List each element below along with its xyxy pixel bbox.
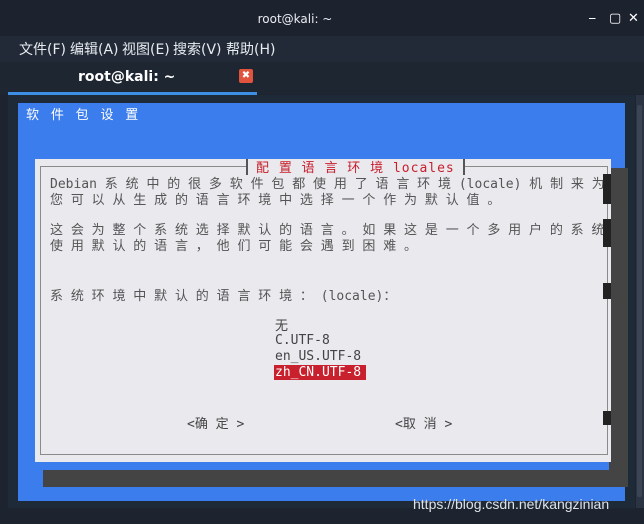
dialog-text-line-4: 使 用 默 认 的 语 言 ， 他 们 可 能 会 遇 到 困 难 。 — [50, 239, 418, 254]
scroll-mark — [603, 219, 611, 247]
scroll-mark — [603, 174, 611, 204]
scrollbar-thumb[interactable] — [637, 105, 642, 497]
menu-help[interactable]: 帮助(H) — [226, 39, 275, 59]
dialog-border — [40, 166, 608, 455]
locale-dialog: 配 置 语 言 环 境 locales Debian 系 统 中 的 很 多 软… — [35, 159, 611, 462]
scroll-mark — [603, 411, 611, 425]
menu-search[interactable]: 搜索(V) — [173, 39, 222, 59]
dialog-shadow-bottom — [43, 470, 628, 487]
menu-edit[interactable]: 编辑(A) — [70, 39, 119, 59]
tab-terminal[interactable]: root@kali: ~ ✖ — [8, 62, 257, 95]
dialog-text-line-2: 您 可 以 从 生 成 的 语 言 环 境 中 选 择 一 个 作 为 默 认 … — [50, 193, 501, 208]
scroll-mark — [603, 283, 611, 299]
option-none[interactable]: 无 — [275, 315, 288, 334]
menubar: 文件(F) 编辑(A) 视图(E) 搜索(V) 帮助(H) — [0, 36, 644, 62]
dialog-backdrop: 软 件 包 设 置 配 置 语 言 环 境 locales Debian 系 统… — [18, 103, 628, 501]
window-titlebar: root@kali: ~ ⎯ ▢ ✕ — [0, 0, 644, 36]
menu-file[interactable]: 文件(F) — [19, 39, 66, 59]
minimize-icon[interactable]: ⎯ — [589, 11, 596, 26]
menu-view[interactable]: 视图(E) — [122, 39, 170, 59]
dialog-shadow-right — [609, 168, 628, 484]
option-zh-cn-utf8-selected[interactable]: zh_CN.UTF-8 — [274, 365, 367, 380]
option-c-utf8[interactable]: C.UTF-8 — [275, 333, 330, 348]
tab-close-icon[interactable]: ✖ — [239, 69, 253, 83]
maximize-icon[interactable]: ▢ — [609, 11, 621, 26]
dialog-question: 系 统 环 境 中 默 认 的 语 言 环 境 ： (locale)： — [50, 289, 397, 304]
terminal-scrollbar[interactable] — [636, 95, 644, 508]
close-icon[interactable]: ✕ — [628, 11, 639, 26]
window-title: root@kali: ~ — [257, 12, 333, 26]
tab-bar: root@kali: ~ ✖ — [0, 62, 644, 95]
option-en-us-utf8[interactable]: en_US.UTF-8 — [275, 349, 361, 364]
ok-button[interactable]: <确 定 > — [187, 413, 244, 432]
tab-label: root@kali: ~ — [78, 69, 176, 85]
cancel-button[interactable]: <取 消 > — [395, 413, 452, 432]
backtitle: 软 件 包 设 置 — [26, 108, 141, 123]
watermark: https://blog.csdn.net/kangzinian — [413, 496, 610, 512]
terminal-area[interactable]: 软 件 包 设 置 配 置 语 言 环 境 locales Debian 系 统… — [8, 95, 635, 508]
